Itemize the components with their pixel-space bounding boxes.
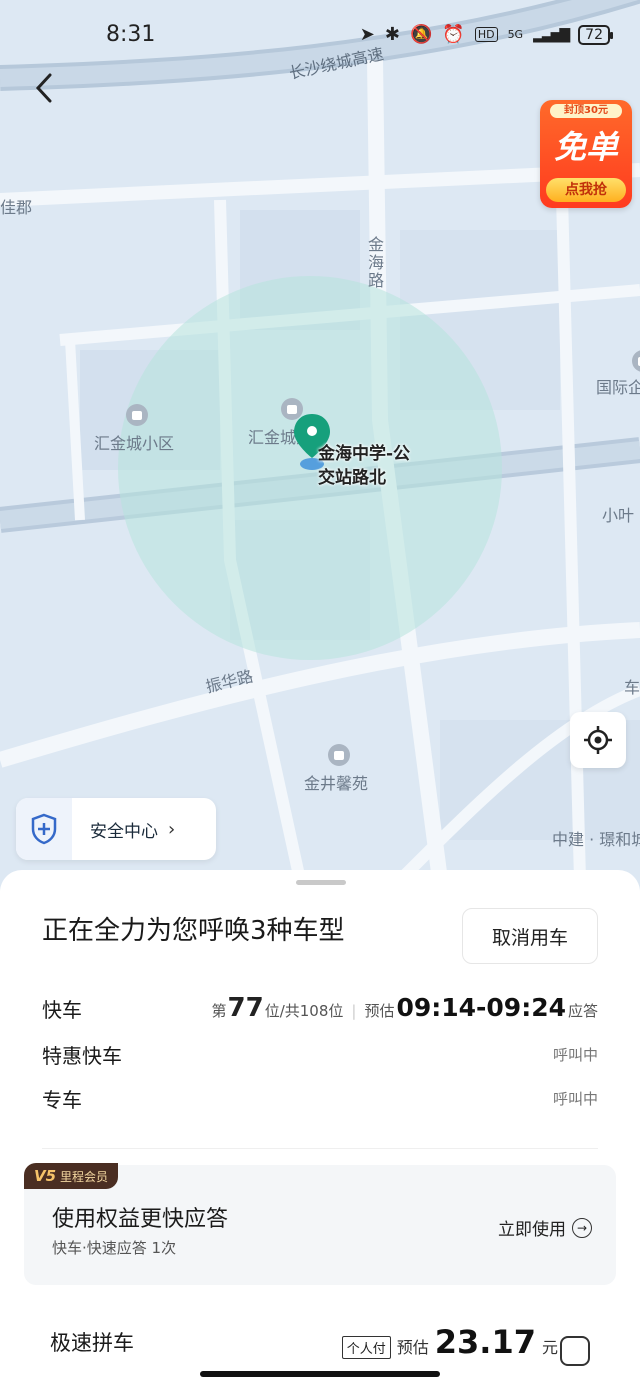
shield-icon (16, 798, 72, 860)
use-now-button[interactable]: 立即使用 → (498, 1215, 592, 1240)
car-name: 快车 (42, 997, 82, 1022)
car-row-express: 快车 第 77 位/共108位 | 预估 09:14-09:24 应答 (42, 990, 598, 1026)
status-time: 8:31 (106, 22, 156, 47)
location-arrow-icon: ➤ (359, 24, 375, 45)
safety-center-label: 安全中心 (90, 821, 158, 842)
carpool-name: 极速拼车 (50, 1331, 134, 1355)
hd-icon: HD (474, 27, 498, 42)
personal-pay-tag: 个人付 (341, 1336, 391, 1359)
poi-zhongjian[interactable]: 中建 · 璟和城 (552, 826, 640, 850)
car-name: 特惠快车 (42, 1043, 122, 1068)
divider: | (351, 1002, 357, 1020)
map-label-jinhai-road: 金海路 (365, 236, 384, 290)
queue-prefix: 第 (211, 1002, 227, 1020)
status-bar: 8:31 ➤ ✱ 🔕 ⏰ HD 5G ▂▃▅▇ 72 (0, 0, 640, 70)
carpool-option[interactable]: 极速拼车 个人付 预估 23.17 元 (50, 1320, 598, 1366)
queue-position: 77 (227, 993, 264, 1023)
map-label-left-edge: 佳郡 (0, 198, 33, 217)
section-divider (42, 1148, 598, 1149)
crosshair-icon (584, 726, 612, 754)
carpool-price-group: 个人付 预估 23.17 元 (341, 1323, 558, 1361)
free-ride-promo[interactable]: 封顶30元 免单 点我抢 (540, 100, 632, 208)
car-name: 专车 (42, 1087, 82, 1112)
pickup-label: 金海中学-公 交站路北 (318, 442, 410, 490)
poi-icon (328, 744, 350, 766)
use-now-label: 立即使用 (498, 1220, 566, 1240)
cancel-ride-button[interactable]: 取消用车 (462, 908, 598, 964)
car-row-discount: 特惠快车 呼叫中 (42, 1036, 598, 1072)
member-benefit-card[interactable]: V5 里程会员 使用权益更快应答 快车·快速应答 1次 立即使用 → (24, 1163, 616, 1285)
poi-icon (126, 404, 148, 426)
eta-prefix: 预估 (364, 1002, 395, 1020)
eta-time: 09:14-09:24 (396, 993, 566, 1022)
estimate-label: 预估 (396, 1338, 429, 1357)
locate-me-button[interactable] (570, 712, 626, 768)
poi-guoji[interactable]: 国际企 (596, 374, 640, 398)
alarm-icon: ⏰ (442, 24, 465, 45)
promo-top-text: 封顶30元 (550, 104, 622, 118)
chevron-left-icon (35, 73, 52, 103)
poi-huijin-xiaoqu[interactable]: 汇金城小区 (94, 430, 174, 454)
home-indicator[interactable] (200, 1371, 440, 1377)
pickup-label-line1: 金海中学-公 (318, 444, 411, 464)
bell-off-icon: 🔕 (409, 24, 433, 45)
car-status: 呼叫中 (552, 1045, 598, 1064)
car-row-premier: 专车 呼叫中 (42, 1080, 598, 1116)
bluetooth-icon: ✱ (384, 24, 400, 45)
sheet-drag-handle[interactable] (296, 880, 346, 885)
promo-grab-button[interactable]: 点我抢 (546, 178, 626, 202)
ride-status-sheet: 正在全力为您呼唤3种车型 取消用车 快车 第 77 位/共108位 | 预估 0… (0, 870, 640, 1387)
network-label: 5G (507, 28, 524, 41)
member-subtitle: 快车·快速应答 1次 (52, 1239, 177, 1257)
battery-icon: 72 (578, 24, 613, 45)
chevron-right-icon: › (168, 818, 176, 840)
member-badge-label: 里程会员 (60, 1169, 109, 1184)
sheet-title: 正在全力为您呼唤3种车型 (42, 916, 345, 946)
queue-total: 位/共108位 (264, 1002, 344, 1020)
car-status: 呼叫中 (552, 1089, 598, 1108)
arrow-right-circle-icon: → (572, 1217, 592, 1238)
poi-jinjing[interactable]: 金井馨苑 (304, 770, 368, 794)
eta-suffix: 应答 (567, 1002, 598, 1020)
carpool-checkbox[interactable] (560, 1336, 590, 1366)
carpool-price: 23.17 (434, 1323, 536, 1361)
price-unit: 元 (541, 1338, 558, 1357)
member-badge: V5 里程会员 (24, 1163, 119, 1189)
poi-xiaoye[interactable]: 小叶 (602, 502, 634, 526)
status-icons: ➤ ✱ 🔕 ⏰ HD 5G ▂▃▅▇ 72 (359, 24, 613, 45)
queue-info: 第 77 位/共108位 | 预估 09:14-09:24 应答 (211, 993, 598, 1023)
back-button[interactable] (34, 72, 64, 112)
poi-che: 车 (624, 678, 640, 697)
member-title: 使用权益更快应答 (52, 1207, 229, 1232)
member-level: V5 (34, 1167, 57, 1185)
safety-center-button[interactable]: 安全中心 › (16, 798, 216, 860)
signal-icon: ▂▃▅▇ (533, 26, 570, 43)
promo-main-text: 免单 (553, 128, 618, 166)
pickup-label-line2: 交站路北 (318, 468, 386, 488)
